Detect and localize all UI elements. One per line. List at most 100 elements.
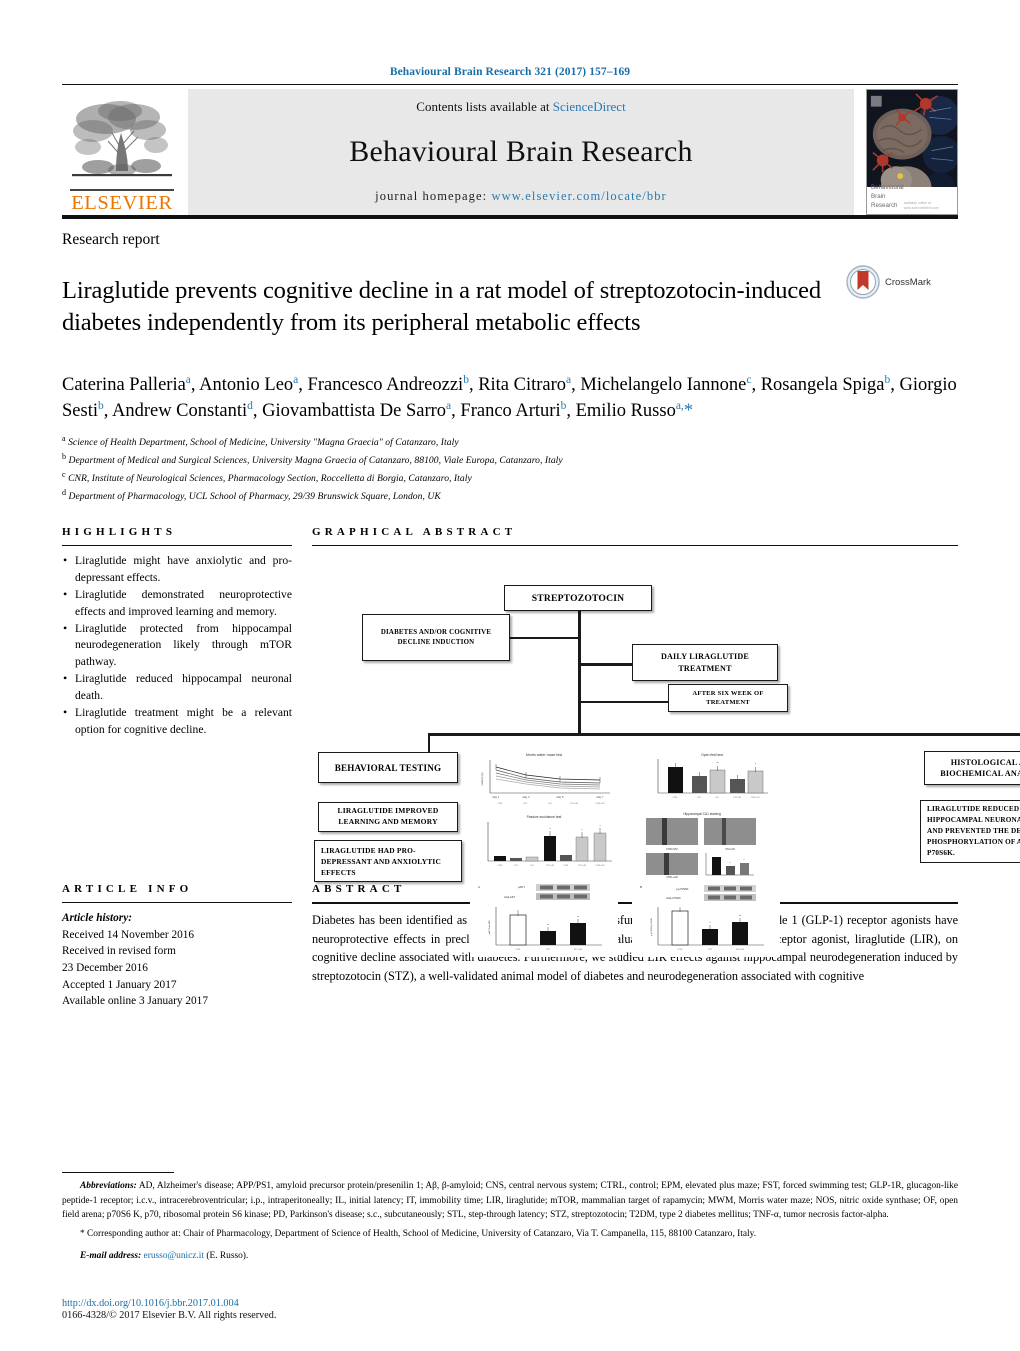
svg-text:*: * [755,762,756,766]
list-item: Liraglutide reduced hippocampal neuronal… [62,670,292,704]
cover-caption-line2: Brain [871,193,886,201]
affiliation-c: c CNR, Institute of Neurological Science… [62,469,958,487]
svg-text:CTRL: CTRL [498,865,503,867]
highlights-column: HIGHLIGHTS Liraglutide might have anxiol… [62,526,312,865]
svg-text:*: * [517,909,518,913]
masthead-top-rule [62,84,958,85]
svg-text:Day 5: Day 5 [557,795,564,799]
svg-text:STZ+LIR: STZ+LIR [570,803,578,805]
svg-text:STZ+LIR: STZ+LIR [733,797,741,799]
svg-text:CTRL: CTRL [498,803,503,805]
corresponding-author-note: * Corresponding author at: Chair of Phar… [80,1228,757,1239]
svg-text:STZ+LIR: STZ+LIR [736,949,745,951]
highlights-rule [62,545,292,547]
sciencedirect-link[interactable]: ScienceDirect [553,99,626,114]
affiliation-text-b: Department of Medical and Surgical Scien… [68,455,563,467]
svg-text:STZ+LIR: STZ+LIR [725,848,735,851]
list-item: Liraglutide demonstrated neuroprotective… [62,586,292,620]
svg-text:B: B [640,885,642,889]
doi-link[interactable]: http://dx.doi.org/10.1016/j.bbr.2017.01.… [62,1298,276,1309]
svg-text:p-p70S6K: p-p70S6K [676,887,689,891]
email-label: E-mail address: [80,1250,142,1261]
copyright-line: 0166-4328/© 2017 Elsevier B.V. All right… [62,1310,277,1321]
svg-text:Passive avoidance test: Passive avoidance test [527,815,562,819]
svg-text:Hippocampal CA1 staining: Hippocampal CA1 staining [683,812,721,816]
ga-box-liraglutide-reduced: LIRAGLUTIDE REDUCED HIPPOCAMPAL NEURONAL… [920,800,1020,864]
article-info-rule [62,902,292,904]
graphical-abstract-column: GRAPHICAL ABSTRACT STREPTOZOTOCIN DIABET… [312,526,1020,958]
svg-text:total AKT: total AKT [504,895,516,899]
cover-caption: Behavioural Brain Research available onl… [867,184,957,214]
svg-text:Day 7: Day 7 [597,795,604,799]
ga-connector-after [578,701,668,703]
contents-available-line: Contents lists available at ScienceDirec… [416,99,625,115]
homepage-prefix: journal homepage: [375,189,492,203]
svg-text:STZ+LIR: STZ+LIR [574,949,583,951]
svg-text:CTRL: CTRL [515,949,521,951]
elsevier-wordmark: ELSEVIER [70,188,174,214]
svg-text:STZ+LIR: STZ+LIR [546,865,554,867]
ga-box-streptozotocin: STREPTOZOTOCIN [504,585,652,612]
article-type: Research report [62,231,160,248]
affiliation-marker-d: d [62,487,67,497]
ga-connector-trunk [578,605,581,736]
crossmark-label: CrossMark [885,276,931,288]
ga-box-histological-analysis: HISTOLOGICAL AND BIOCHEMICAL ANALISYS [924,751,1020,786]
svg-text:Open field test: Open field test [701,753,723,757]
affiliation-a: a Science of Health Department, School o… [62,433,958,451]
svg-text:**: ** [716,761,718,765]
svg-text:*: * [744,859,745,862]
svg-text:*: * [709,921,710,925]
journal-homepage-link[interactable]: www.elsevier.com/locate/bbr [491,189,666,203]
ga-thumb-line-chart: Morris water maze test Day 1 Day 3 Day 5… [470,749,618,808]
ga-thumb-western-blot-akt: A pAKT total AKT * ** ** CTRL STZ STZ+LI… [470,881,618,958]
svg-text:CTRL+LIR: CTRL+LIR [596,865,606,867]
journal-homepage-line: journal homepage: www.elsevier.com/locat… [375,189,667,204]
contents-prefix: Contents lists available at [416,99,553,114]
affiliation-d: d Department of Pharmacology, UCL School… [62,487,958,505]
graphical-abstract-figure: STREPTOZOTOCIN DIABETES AND/OR COGNITIVE… [312,553,1020,958]
list-item: Liraglutide might have anxiolytic and pr… [62,552,292,586]
svg-text:CTRL: CTRL [673,797,678,799]
svg-text:CTRL+LIR: CTRL+LIR [596,803,606,805]
article-history-revised-date: 23 December 2016 [62,962,148,974]
graphical-abstract-heading: GRAPHICAL ABSTRACT [312,526,517,539]
ga-thumb-western-blot-p70s6k: B p-p70S6K total p70S6K * ** CTRL STZ ST… [632,881,780,958]
ga-connector-daily [578,663,632,666]
article-history-available-online: Available online 3 January 2017 [62,995,208,1008]
crossmark-icon [846,265,880,299]
journal-title: Behavioural Brain Research [349,135,693,168]
ga-box-behavioral-testing: BEHAVIORAL TESTING [318,752,458,784]
svg-text:STZ+LIR: STZ+LIR [578,865,586,867]
svg-text:CTRL: CTRL [677,949,683,951]
ga-connector-induction [510,637,580,639]
crossmark-badge[interactable]: CrossMark [846,259,958,299]
highlights-heading: HIGHLIGHTS [62,526,177,539]
abbreviations-note: Abbreviations: AD, Alzheimer's disease; … [62,1179,958,1221]
article-first-page: Behavioural Brain Research 321 (2017) 15… [0,0,1020,1351]
ga-box-improved-learning: LIRAGLUTIDE IMPROVED LEARNING AND MEMORY [318,802,458,833]
highlights-list: Liraglutide might have anxiolytic and pr… [62,552,292,738]
ga-box-daily-treatment: DAILY LIRAGLUTIDE TREATMENT [632,644,778,682]
list-item: Liraglutide treatment might be a relevan… [62,704,292,738]
footnote-block: Abbreviations: AD, Alzheimer's disease; … [62,1172,958,1263]
ga-connector-left-drop [428,733,431,754]
svg-text:p-p70S6K/p70S6K: p-p70S6K/p70S6K [651,918,653,937]
ga-thumb-histology-panel: Hippocampal CA1 staining CTRL/STZ STZ+LI… [642,809,802,880]
svg-text:Day 1: Day 1 [493,795,500,799]
affiliation-marker-b: b [62,452,67,462]
svg-text:CTRL/STZ: CTRL/STZ [666,848,678,851]
svg-text:CTRL+LIR: CTRL+LIR [751,797,761,799]
svg-text:pAKT/total AKT: pAKT/total AKT [488,919,491,935]
journal-masthead: ELSEVIER Contents lists available at Sci… [62,89,958,215]
footer-block: http://dx.doi.org/10.1016/j.bbr.2017.01.… [62,1298,276,1321]
ga-connector-hbar [428,733,1020,736]
abbreviations-label: Abbreviations: [80,1181,137,1192]
svg-text:CTRL: CTRL [564,865,569,867]
ga-thumb-bar-chart-1: Open field test ** * CTRL STZ LIR STZ+LI… [642,749,774,808]
article-history-received: Received 14 November 2016 [62,928,195,941]
svg-text:total p70S6K: total p70S6K [666,896,681,900]
svg-text:**: ** [547,923,549,927]
masthead-center-panel: Contents lists available at ScienceDirec… [188,89,854,215]
email-link[interactable]: erusso@unicz.it [144,1251,204,1261]
